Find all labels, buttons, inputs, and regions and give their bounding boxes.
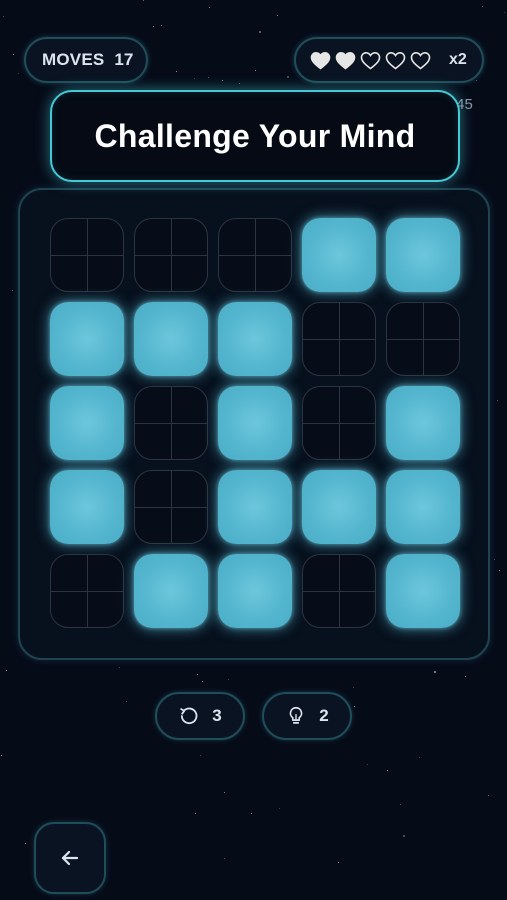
board-tile-r4-c4[interactable] — [302, 470, 376, 544]
board-tile-r1-c5[interactable] — [386, 218, 460, 292]
board-tile-r4-c1[interactable] — [50, 470, 124, 544]
moves-label: MOVES — [42, 50, 105, 69]
challenge-banner: Challenge Your Mind — [50, 90, 460, 182]
score-multiplier: x2 — [449, 51, 467, 68]
board-tile-r5-c3[interactable] — [218, 554, 292, 628]
board-tile-r2-c3[interactable] — [218, 302, 292, 376]
arrow-left-icon — [61, 850, 79, 866]
undo-icon — [180, 707, 198, 725]
back-button[interactable] — [34, 822, 106, 894]
board-tile-r3-c1[interactable] — [50, 386, 124, 460]
heart-empty-icon — [385, 51, 406, 70]
hint-count: 2 — [319, 706, 329, 725]
undo-count: 3 — [212, 706, 222, 725]
board-tile-r1-c4[interactable] — [302, 218, 376, 292]
board-tile-r5-c4[interactable] — [302, 554, 376, 628]
banner-title: Challenge Your Mind — [94, 117, 416, 154]
board-tile-r2-c5[interactable] — [386, 302, 460, 376]
lightbulb-icon — [289, 706, 303, 724]
board-tile-r1-c1[interactable] — [50, 218, 124, 292]
board-tile-r2-c2[interactable] — [134, 302, 208, 376]
heart-filled-icon — [335, 51, 356, 70]
board-tile-r2-c1[interactable] — [50, 302, 124, 376]
hint-button[interactable]: 2 — [262, 692, 352, 740]
undo-button[interactable]: 3 — [155, 692, 245, 740]
heart-filled-icon — [310, 51, 331, 70]
board-tile-r3-c4[interactable] — [302, 386, 376, 460]
heart-empty-icon — [410, 51, 431, 70]
heart-empty-icon — [360, 51, 381, 70]
board-tile-r5-c2[interactable] — [134, 554, 208, 628]
board-tile-r3-c2[interactable] — [134, 386, 208, 460]
board-tile-r2-c4[interactable] — [302, 302, 376, 376]
lives-panel: x2 — [294, 37, 484, 83]
hearts-row — [310, 51, 435, 70]
board-tile-r1-c3[interactable] — [218, 218, 292, 292]
board-tile-r5-c1[interactable] — [50, 554, 124, 628]
puzzle-board — [18, 188, 490, 660]
moves-value: 17 — [114, 50, 134, 69]
board-tile-r4-c2[interactable] — [134, 470, 208, 544]
board-tile-r4-c3[interactable] — [218, 470, 292, 544]
board-tile-r4-c5[interactable] — [386, 470, 460, 544]
moves-counter: MOVES 17 — [24, 37, 148, 83]
board-tile-r3-c5[interactable] — [386, 386, 460, 460]
board-tile-r1-c2[interactable] — [134, 218, 208, 292]
board-tile-r5-c5[interactable] — [386, 554, 460, 628]
board-tile-r3-c3[interactable] — [218, 386, 292, 460]
